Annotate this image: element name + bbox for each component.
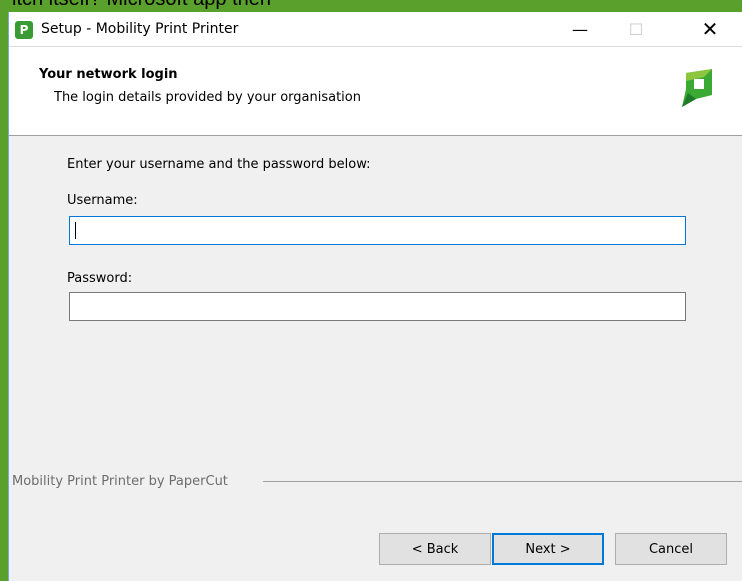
papercut-app-icon: P (15, 21, 33, 39)
cancel-button[interactable]: Cancel (615, 533, 727, 565)
back-button[interactable]: < Back (379, 533, 491, 565)
title-bar[interactable]: P Setup - Mobility Print Printer — ☐ ✕ (9, 12, 742, 47)
password-field[interactable] (69, 292, 686, 321)
setup-window: P Setup - Mobility Print Printer — ☐ ✕ Y… (8, 12, 742, 581)
text-cursor (75, 222, 76, 239)
page-subtitle: The login details provided by your organ… (54, 90, 361, 105)
username-label: Username: (67, 193, 138, 208)
wizard-header: Your network login The login details pro… (9, 47, 742, 136)
password-label: Password: (67, 271, 133, 286)
window-title: Setup - Mobility Print Printer (41, 21, 239, 37)
next-button[interactable]: Next > (492, 533, 604, 565)
branding-text: Mobility Print Printer by PaperCut (12, 474, 232, 489)
papercut-logo-icon (682, 69, 712, 107)
close-button[interactable]: ✕ (687, 12, 733, 46)
username-field[interactable] (69, 216, 686, 245)
page-title: Your network login (39, 67, 178, 82)
background-text: itch itself? Microsoft app then (12, 0, 271, 11)
footer-divider (263, 481, 742, 482)
minimize-button[interactable]: — (557, 12, 603, 46)
instruction-text: Enter your username and the password bel… (67, 157, 371, 172)
maximize-button[interactable]: ☐ (613, 12, 659, 46)
